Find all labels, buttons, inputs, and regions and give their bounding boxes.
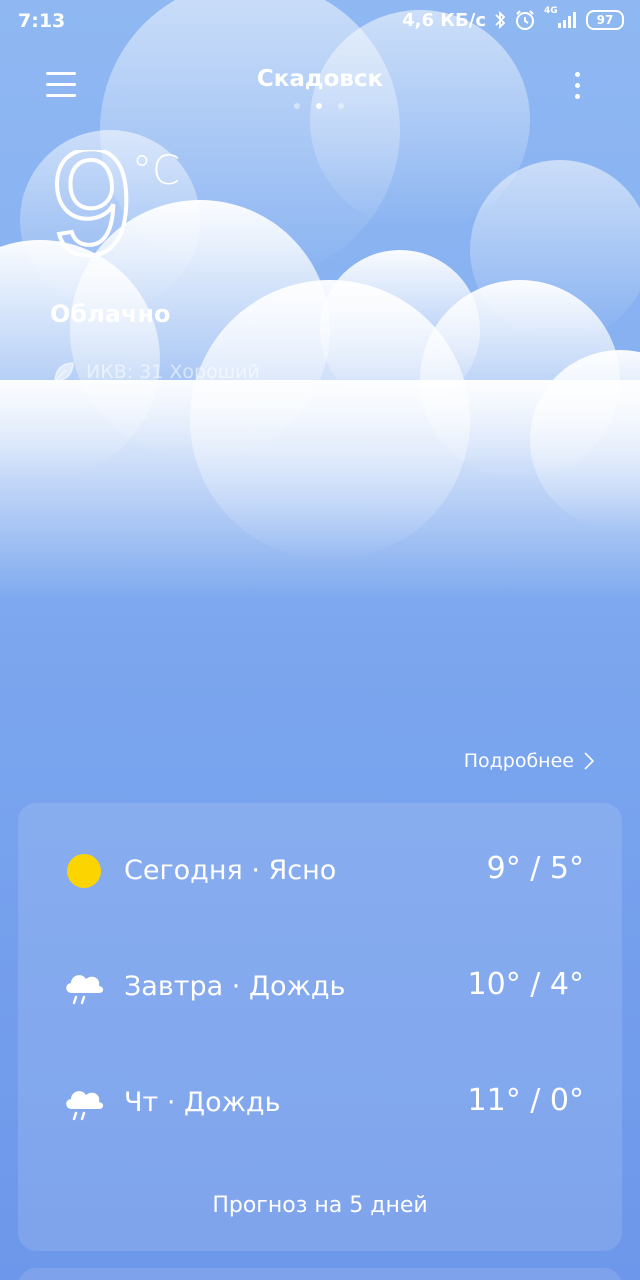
status-bar: 7:13 4,6 КБ/с 4G 97 xyxy=(0,0,640,44)
forecast-row-tomorrow[interactable]: Завтра · Дождь 10° / 4° xyxy=(18,957,622,1017)
page-dot xyxy=(294,103,300,109)
battery-icon: 97 xyxy=(586,10,624,30)
weather-screen: 7:13 4,6 КБ/с 4G 97 Скадовск 9 °C Облачн… xyxy=(0,0,640,1280)
next-card xyxy=(18,1268,622,1280)
rain-cloud-icon xyxy=(66,975,104,1005)
bluetooth-icon xyxy=(495,10,506,30)
air-quality-label: ИКВ: 31 Хороший xyxy=(86,361,260,383)
leaf-icon xyxy=(54,362,74,382)
status-time: 7:13 xyxy=(18,10,66,32)
signal-icon: 4G xyxy=(544,6,578,30)
sun-icon xyxy=(67,854,101,888)
temperature-value: 9 xyxy=(50,150,130,270)
page-indicator xyxy=(294,103,344,109)
forecast-card: Сегодня · Ясно 9° / 5° Завтра · Дождь 10… xyxy=(18,803,622,1251)
five-day-forecast-button[interactable]: Прогноз на 5 дней xyxy=(18,1193,622,1218)
weather-condition: Облачно xyxy=(50,300,171,328)
forecast-row-thursday[interactable]: Чт · Дождь 11° / 0° xyxy=(18,1073,622,1133)
alarm-icon xyxy=(516,10,534,30)
forecast-day-temps: 9° / 5° xyxy=(486,851,584,886)
current-temperature: 9 xyxy=(50,150,130,270)
rain-cloud-icon xyxy=(66,1091,104,1121)
network-speed: 4,6 КБ/с xyxy=(402,9,486,31)
details-label: Подробнее xyxy=(463,750,574,772)
details-link[interactable]: Подробнее xyxy=(464,750,594,772)
forecast-day-label: Чт · Дождь xyxy=(124,1087,281,1118)
air-quality[interactable]: ИКВ: 31 Хороший xyxy=(52,360,260,384)
page-dot xyxy=(338,103,344,109)
forecast-day-temps: 11° / 0° xyxy=(467,1083,584,1118)
status-indicators: 4,6 КБ/с 4G 97 xyxy=(402,6,624,31)
more-options-icon[interactable] xyxy=(572,70,584,102)
forecast-day-label: Сегодня · Ясно xyxy=(124,855,337,886)
forecast-day-label: Завтра · Дождь xyxy=(124,971,346,1002)
forecast-day-temps: 10° / 4° xyxy=(467,967,584,1002)
temperature-unit: °C xyxy=(132,148,180,194)
chevron-right-icon xyxy=(584,752,594,770)
city-title: Скадовск xyxy=(256,66,384,92)
page-dot-active xyxy=(316,103,322,109)
forecast-row-today[interactable]: Сегодня · Ясно 9° / 5° xyxy=(18,841,622,901)
